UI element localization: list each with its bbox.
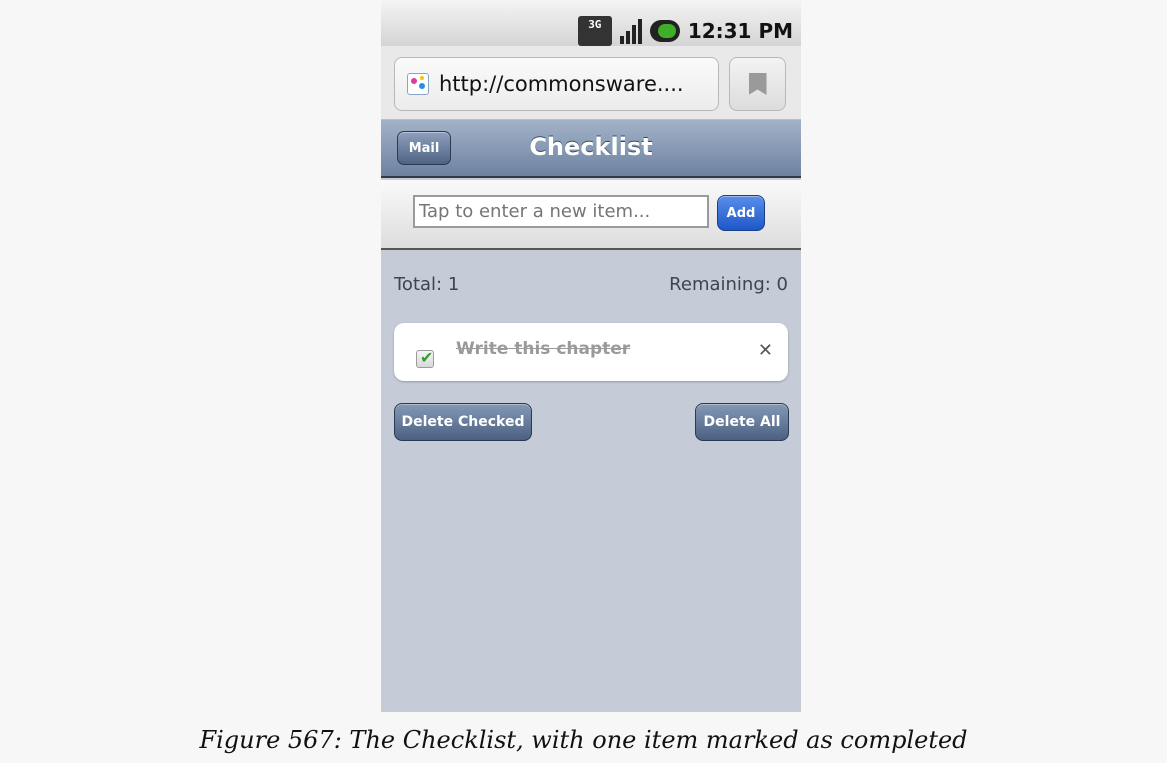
item-label: Write this chapter — [456, 339, 631, 359]
item-checkbox[interactable]: ✔ — [416, 348, 434, 368]
clock: 12:31 PM — [687, 19, 793, 43]
app-header: Mail Checklist — [381, 120, 801, 178]
url-field[interactable]: http://commonsware.... — [394, 57, 719, 111]
signal-icon — [618, 16, 644, 46]
figure-caption: Figure 567: The Checklist, with one item… — [199, 726, 968, 754]
delete-all-button[interactable]: Delete All — [695, 403, 789, 441]
bookmark-button[interactable] — [729, 57, 786, 111]
battery-icon — [649, 20, 680, 42]
checkmark-icon: ✔ — [420, 348, 434, 367]
counts-row: Total: 1 Remaining: 0 — [394, 274, 788, 295]
add-item-bar: Add — [381, 180, 801, 250]
status-bar: 3G 12:31 PM — [381, 0, 801, 46]
delete-checked-button[interactable]: Delete Checked — [394, 403, 532, 441]
add-button[interactable]: Add — [717, 195, 765, 231]
browser-toolbar: http://commonsware.... — [381, 46, 801, 120]
new-item-input[interactable] — [413, 195, 709, 228]
delete-item-icon[interactable]: ✕ — [758, 340, 773, 361]
favicon-icon — [407, 73, 429, 95]
network-3g-icon: 3G — [577, 16, 612, 46]
url-text: http://commonsware.... — [439, 72, 684, 96]
bookmark-star-icon — [748, 73, 767, 95]
page-title: Checklist — [529, 133, 653, 161]
remaining-count: Remaining: 0 — [669, 274, 788, 295]
list-item[interactable]: ✔ Write this chapter ✕ — [394, 323, 788, 381]
phone-screen: 3G 12:31 PM http://commonsware.... Mail … — [381, 0, 801, 712]
total-count: Total: 1 — [394, 274, 460, 295]
